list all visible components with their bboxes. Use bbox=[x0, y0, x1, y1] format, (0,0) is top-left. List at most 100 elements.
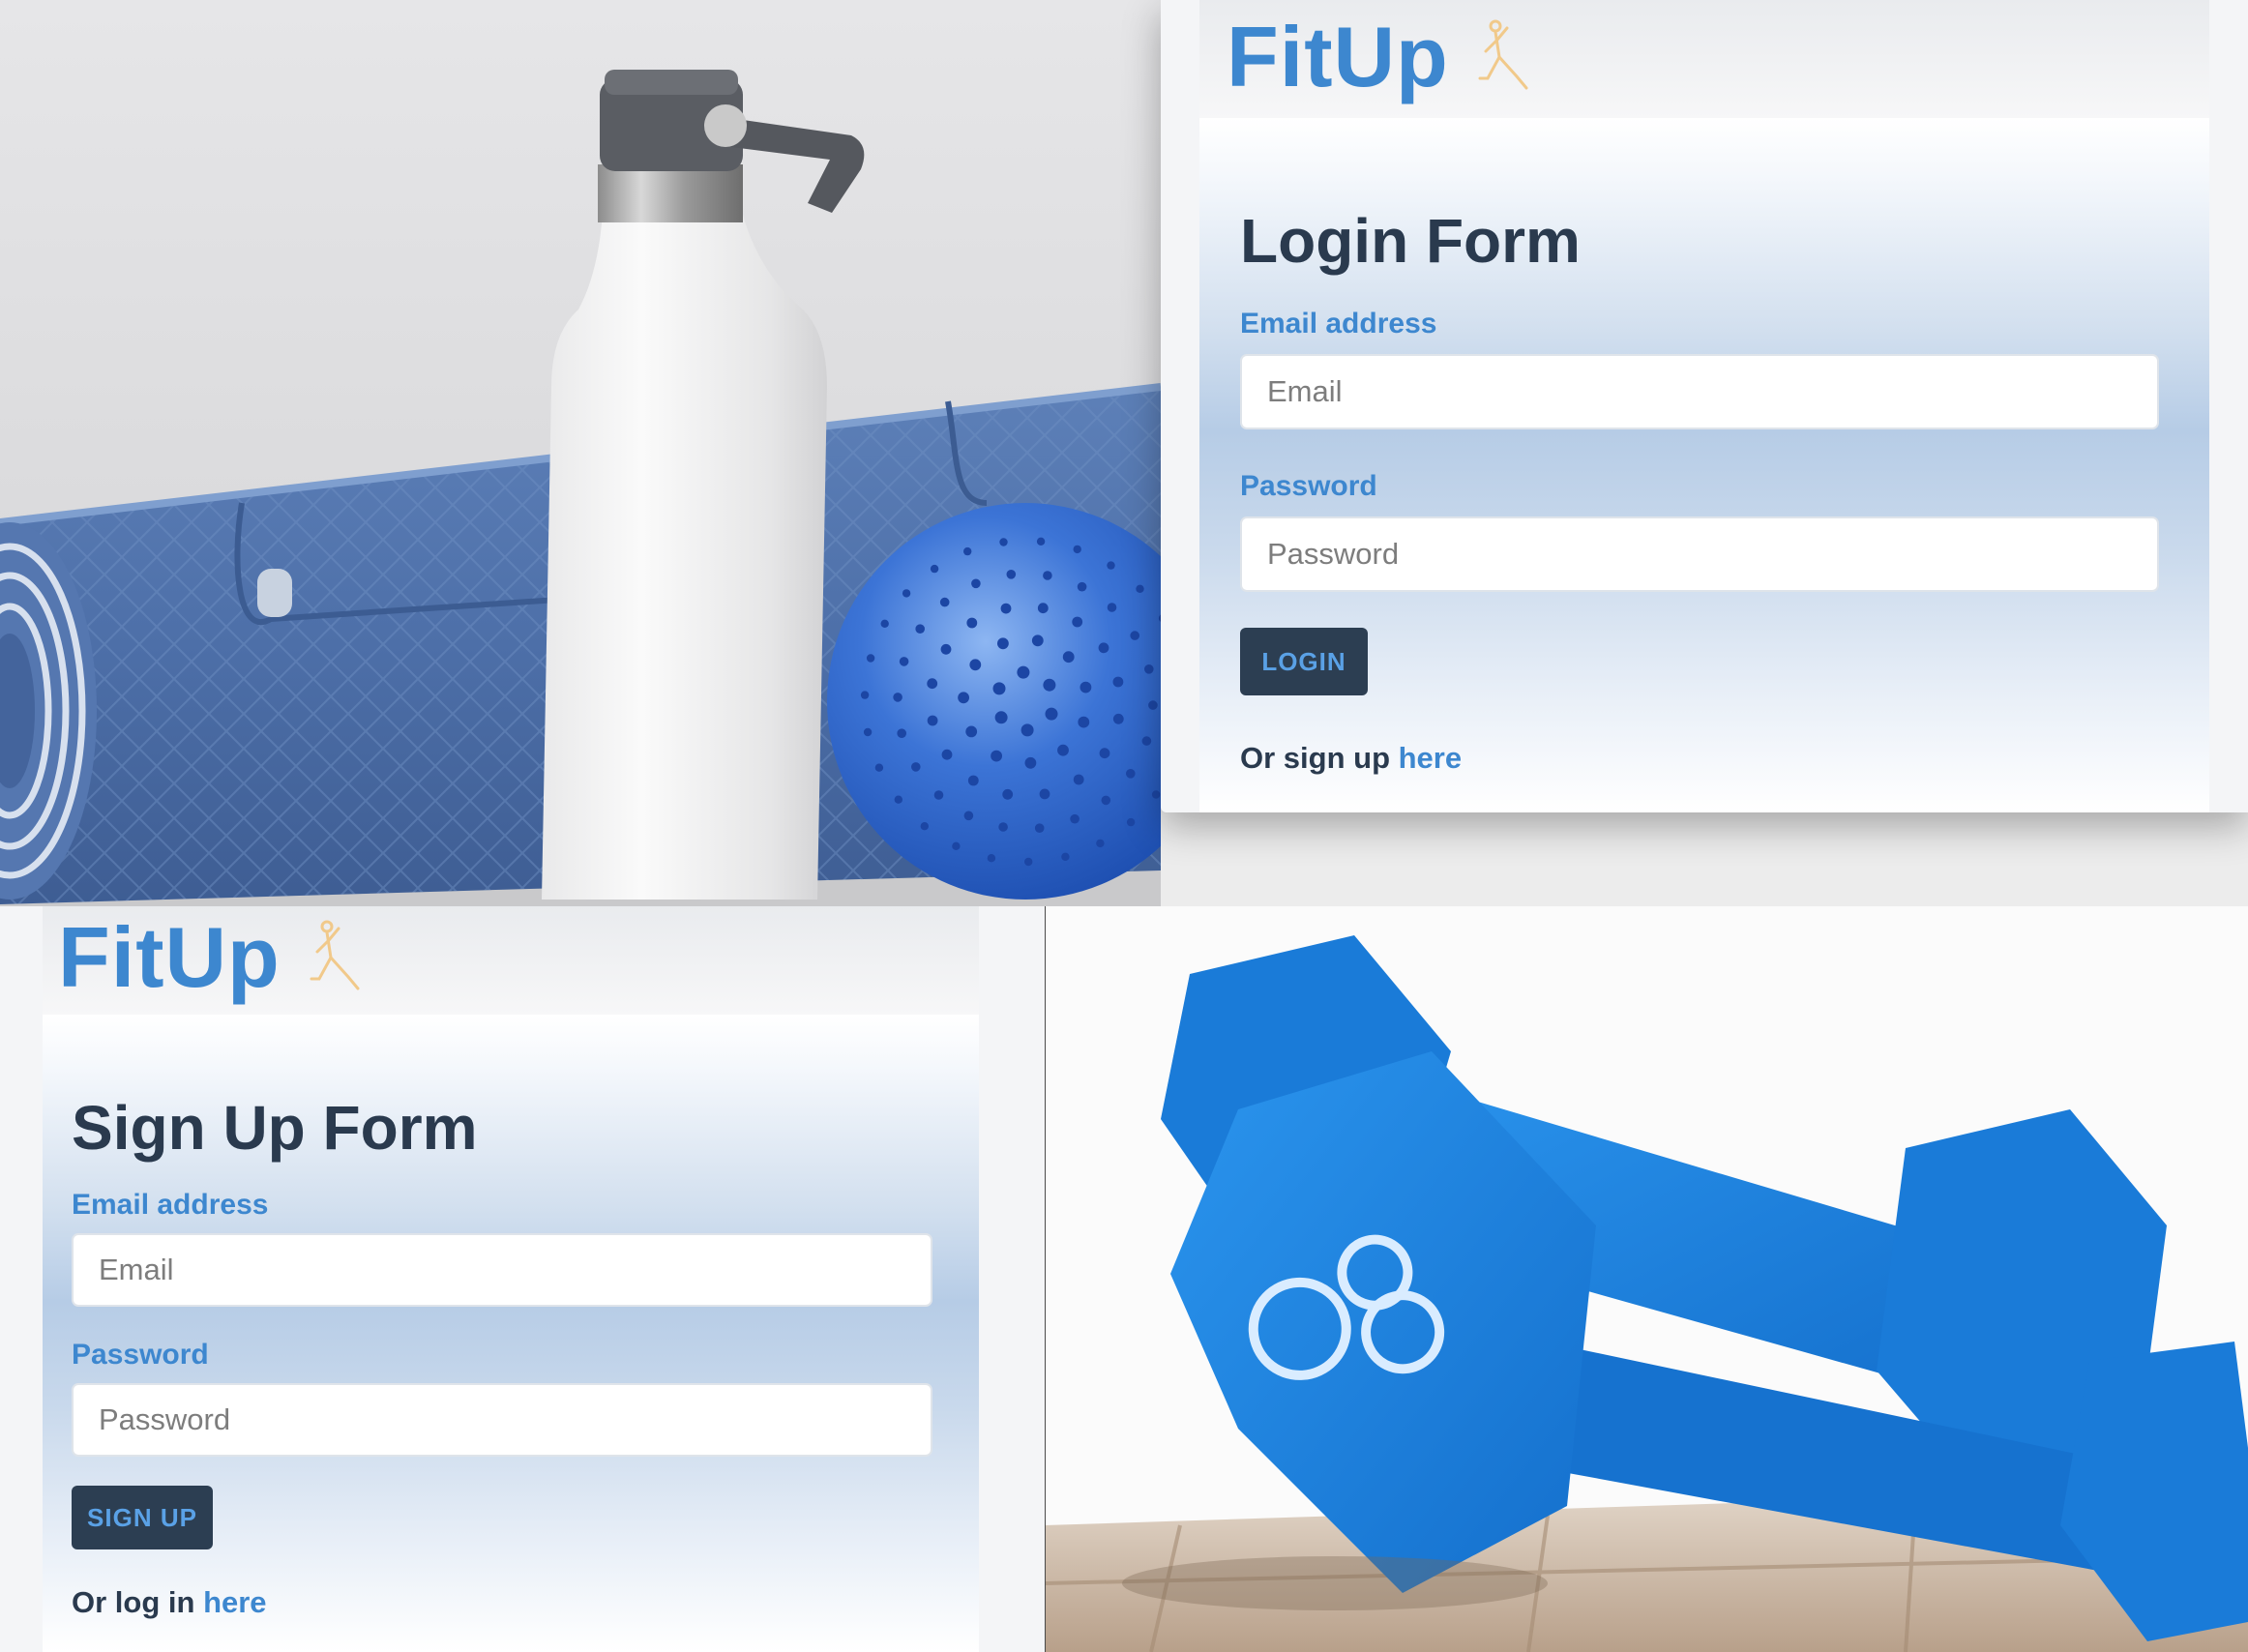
stretching-figure-icon bbox=[310, 920, 360, 990]
password-field[interactable] bbox=[1240, 516, 2159, 592]
ball-spike bbox=[971, 578, 981, 589]
ball-spike bbox=[1107, 603, 1117, 612]
ball-spike bbox=[1024, 857, 1033, 867]
ball-spike bbox=[1057, 744, 1069, 756]
stretching-figure-icon bbox=[1478, 19, 1528, 90]
ball-spike bbox=[939, 597, 950, 607]
ball-spike bbox=[1136, 584, 1144, 593]
ball-spike bbox=[1045, 707, 1058, 721]
ball-spike bbox=[1080, 681, 1092, 693]
brand-logo-text: FitUp bbox=[1227, 9, 1449, 104]
signup-brand[interactable]: FitUp bbox=[58, 908, 362, 1007]
ball-spike bbox=[911, 762, 921, 772]
ball-spike bbox=[1126, 817, 1136, 827]
ball-spike bbox=[998, 822, 1008, 832]
login-prompt-text: Or log in bbox=[72, 1585, 195, 1619]
signup-link[interactable]: here bbox=[1399, 741, 1462, 775]
ball-spike bbox=[1107, 561, 1115, 570]
ball-spike bbox=[1070, 813, 1080, 824]
ball-spike bbox=[967, 775, 979, 786]
ball-spike bbox=[991, 750, 1002, 762]
ball-spike bbox=[1017, 665, 1030, 679]
ball-spike bbox=[1126, 769, 1136, 779]
ball-spike bbox=[941, 749, 953, 760]
login-window: FitUp Login Form Email address Password … bbox=[1161, 0, 2248, 812]
ball-spike bbox=[1073, 545, 1081, 554]
ball-spike bbox=[915, 624, 925, 634]
ball-spike bbox=[933, 790, 944, 800]
email-field[interactable] bbox=[72, 1233, 932, 1307]
ball-spike bbox=[897, 728, 906, 738]
ball-spike bbox=[1112, 713, 1124, 724]
ball-spike bbox=[1024, 756, 1037, 769]
ball-spike bbox=[1000, 603, 1012, 614]
ball-spike bbox=[994, 711, 1008, 724]
login-form-card: Login Form Email address Password LOGIN … bbox=[1199, 118, 2209, 812]
ball-spike bbox=[1002, 788, 1014, 800]
ball-spike bbox=[930, 564, 939, 574]
ball-spike bbox=[1043, 571, 1052, 580]
ball-spike bbox=[1101, 795, 1111, 806]
ball-spike bbox=[1077, 581, 1087, 592]
ball-spike bbox=[963, 546, 972, 556]
ball-spike bbox=[1148, 700, 1158, 710]
login-link[interactable]: here bbox=[203, 1585, 266, 1619]
ball-spike bbox=[893, 693, 902, 702]
page-title: Sign Up Form bbox=[72, 1093, 478, 1163]
email-label: Email address bbox=[72, 1189, 269, 1221]
ball-spike bbox=[1006, 570, 1017, 579]
signup-prompt: Or sign up here bbox=[1240, 741, 1462, 776]
signup-form-card: Sign Up Form Email address Password SIGN… bbox=[43, 1015, 979, 1652]
ball-spike bbox=[997, 637, 1009, 650]
ball-spike bbox=[1098, 642, 1109, 654]
signup-button[interactable]: SIGN UP bbox=[72, 1486, 213, 1549]
ball-spike bbox=[902, 589, 911, 598]
ball-spike bbox=[860, 691, 870, 699]
ball-spike bbox=[940, 643, 952, 655]
ball-spike bbox=[969, 659, 982, 671]
ball-spike bbox=[965, 725, 978, 738]
ball-spike bbox=[1099, 748, 1110, 759]
password-field[interactable] bbox=[72, 1383, 932, 1457]
ball-spike bbox=[866, 654, 875, 663]
page-title: Login Form bbox=[1240, 206, 1581, 276]
ball-spike bbox=[958, 692, 969, 704]
ball-spike bbox=[1096, 839, 1105, 848]
ball-spike bbox=[1034, 823, 1045, 833]
ball-spike bbox=[1112, 676, 1124, 688]
ball-spike bbox=[963, 811, 974, 821]
ball-spike bbox=[927, 678, 938, 690]
password-label: Password bbox=[1240, 470, 1377, 502]
ball-spike bbox=[899, 657, 909, 666]
login-brand[interactable]: FitUp bbox=[1227, 8, 1530, 106]
dumbbells-photo: 8 bbox=[1045, 906, 2248, 1652]
signup-window: FitUp Sign Up Form Email address Passwor… bbox=[0, 906, 1045, 1652]
ball-spike bbox=[999, 538, 1008, 546]
ball-spike bbox=[966, 617, 978, 629]
email-field[interactable] bbox=[1240, 354, 2159, 429]
fitness-gear-photo bbox=[0, 0, 1161, 906]
login-button[interactable]: LOGIN bbox=[1240, 628, 1368, 695]
email-label: Email address bbox=[1240, 308, 1437, 339]
ball-spike bbox=[1072, 616, 1083, 628]
ball-spike bbox=[992, 682, 1006, 695]
ball-spike bbox=[927, 715, 938, 726]
ball-spike bbox=[1151, 790, 1161, 799]
ball-spike bbox=[1062, 651, 1075, 664]
ball-spike bbox=[863, 727, 873, 737]
ball-spike bbox=[1141, 736, 1152, 746]
ball-spike bbox=[1073, 774, 1084, 785]
ball-spike bbox=[1061, 852, 1070, 861]
ball-spike bbox=[1039, 788, 1050, 800]
ball-spike bbox=[920, 822, 929, 831]
signup-prompt-text: Or sign up bbox=[1240, 741, 1390, 775]
ball-spike bbox=[880, 619, 889, 628]
password-label: Password bbox=[72, 1339, 209, 1371]
brand-logo-text: FitUp bbox=[58, 909, 281, 1005]
ball-spike bbox=[1031, 634, 1044, 647]
ball-spike bbox=[1043, 678, 1056, 692]
ball-spike bbox=[1078, 716, 1090, 728]
ball-spike bbox=[1037, 603, 1049, 614]
ball-spike bbox=[874, 763, 884, 772]
ball-spike bbox=[952, 841, 961, 850]
